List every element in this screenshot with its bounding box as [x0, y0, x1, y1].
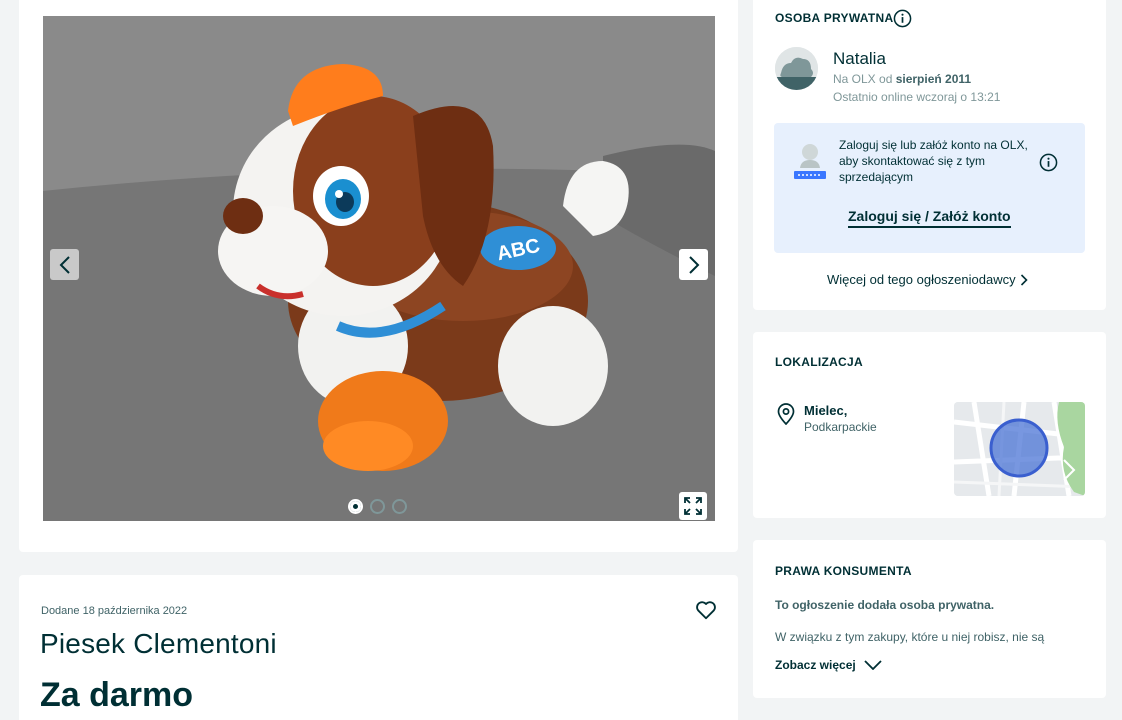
ad-title: Piesek Clementoni — [40, 628, 277, 659]
see-more-label: Zobacz więcej — [775, 658, 856, 672]
info-icon[interactable] — [1039, 153, 1058, 172]
consumer-rights-heading: PRAWA KONSUMENTA — [775, 564, 912, 578]
location-city: Mielec, — [804, 403, 848, 418]
map-thumbnail[interactable] — [954, 402, 1085, 496]
slide-indicator — [348, 499, 407, 514]
member-since-date: sierpień 2011 — [895, 72, 972, 86]
map-preview — [954, 402, 1085, 496]
info-icon[interactable] — [893, 9, 912, 28]
login-prompt-text: Zaloguj się lub załóż konto na OLX, aby … — [839, 138, 1028, 184]
location-region: Podkarpackie — [804, 420, 877, 434]
slide-dot[interactable] — [370, 499, 385, 514]
location-heading: LOKALIZACJA — [775, 355, 863, 369]
chevron-left-icon — [59, 255, 70, 274]
seller-member-since: Na OLX od sierpień 2011 — [833, 72, 971, 86]
consumer-rights-card: PRAWA KONSUMENTA To ogłoszenie dodała os… — [753, 540, 1106, 698]
login-prompt-box: Zaloguj się lub załóż konto na OLX, aby … — [774, 123, 1085, 253]
previous-photo-button[interactable] — [50, 249, 79, 280]
toy-dog-photo: ABC — [43, 16, 715, 521]
more-from-seller-label: Więcej od tego ogłoszeniodawcy — [827, 272, 1016, 287]
slide-dot[interactable] — [348, 499, 363, 514]
consumer-rights-lead: To ogłoszenie dodała osoba prywatna. — [775, 598, 995, 612]
consumer-rights-body: W związku z tym zakupy, które u niej rob… — [775, 630, 1045, 644]
next-photo-button[interactable] — [679, 249, 708, 280]
location-pin-icon — [777, 403, 795, 425]
slide-dot[interactable] — [392, 499, 407, 514]
heart-outline-icon — [696, 601, 716, 620]
chevron-right-icon — [688, 255, 699, 274]
ad-details-card: Dodane 18 października 2022 Piesek Cleme… — [19, 575, 738, 720]
seller-type-heading: OSOBA PRYWATNA — [775, 11, 894, 25]
chevron-down-icon — [864, 660, 882, 670]
avatar[interactable] — [775, 47, 818, 90]
location-card: LOKALIZACJA Mielec, Podkarpackie — [753, 332, 1106, 518]
expand-icon — [684, 497, 702, 515]
see-more-toggle[interactable]: Zobacz więcej — [775, 658, 882, 672]
chevron-right-icon — [1020, 273, 1028, 286]
member-since-prefix: Na OLX od — [833, 72, 896, 86]
login-register-link[interactable]: Zaloguj się / Załóż konto — [848, 208, 1011, 228]
user-avatar-icon — [775, 47, 818, 90]
seller-name: Natalia — [833, 49, 886, 68]
ad-price: Za darmo — [40, 676, 194, 714]
more-from-seller-link[interactable]: Więcej od tego ogłoszeniodawcy — [827, 272, 1028, 287]
listing-photo[interactable]: ABC — [43, 16, 715, 521]
favorite-button[interactable] — [695, 599, 717, 621]
login-illustration-icon — [794, 144, 826, 179]
fullscreen-button[interactable] — [679, 492, 707, 520]
seller-card: OSOBA PRYWATNA Natalia Na OLX od sierpie… — [753, 0, 1106, 310]
added-date: Dodane 18 października 2022 — [41, 605, 188, 617]
seller-last-online: Ostatnio online wczoraj o 13:21 — [833, 90, 1001, 104]
